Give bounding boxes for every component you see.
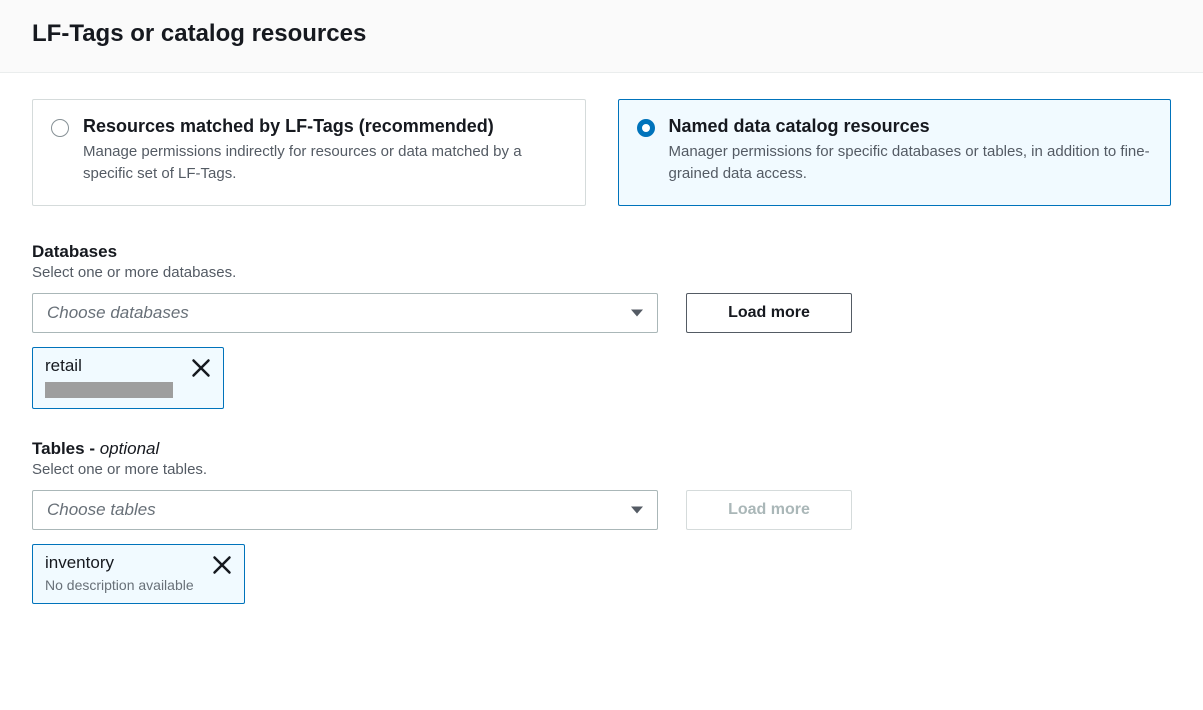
databases-help: Select one or more databases. xyxy=(32,264,1171,281)
option-named-resources[interactable]: Named data catalog resources Manager per… xyxy=(618,99,1172,206)
option-named-desc: Manager permissions for specific databas… xyxy=(669,141,1153,185)
database-token-redacted-subtitle xyxy=(45,382,173,398)
databases-label: Databases xyxy=(32,242,1171,262)
radio-unselected-icon xyxy=(51,119,69,137)
option-named-title: Named data catalog resources xyxy=(669,116,1153,137)
databases-load-more-button[interactable]: Load more xyxy=(686,293,852,333)
option-lftags-desc: Manage permissions indirectly for resour… xyxy=(83,141,567,185)
tables-label-optional: optional xyxy=(100,439,160,458)
panel-header: LF-Tags or catalog resources xyxy=(0,0,1203,73)
tables-label-main: Tables - xyxy=(32,439,100,458)
tables-selected-tokens: inventory No description available xyxy=(32,544,1171,604)
database-token: retail xyxy=(32,347,224,409)
tables-load-more-button[interactable]: Load more xyxy=(686,490,852,530)
table-token: inventory No description available xyxy=(32,544,245,604)
tables-label: Tables - optional xyxy=(32,439,1171,459)
tables-help: Select one or more tables. xyxy=(32,461,1171,478)
remove-database-token-button[interactable] xyxy=(191,358,211,378)
close-icon xyxy=(212,555,232,575)
tables-select[interactable]: Choose tables xyxy=(32,490,658,530)
databases-selected-tokens: retail xyxy=(32,347,1171,409)
databases-select[interactable]: Choose databases xyxy=(32,293,658,333)
databases-select-placeholder: Choose databases xyxy=(47,303,189,323)
databases-section: Databases Select one or more databases. … xyxy=(32,242,1171,409)
table-token-subtitle: No description available xyxy=(45,577,194,593)
close-icon xyxy=(191,358,211,378)
database-token-name: retail xyxy=(45,356,173,376)
option-lftags[interactable]: Resources matched by LF-Tags (recommende… xyxy=(32,99,586,206)
resource-mode-options: Resources matched by LF-Tags (recommende… xyxy=(32,99,1171,206)
radio-selected-icon xyxy=(637,119,655,137)
table-token-name: inventory xyxy=(45,553,194,573)
panel-title: LF-Tags or catalog resources xyxy=(32,20,1171,48)
caret-down-icon xyxy=(631,506,643,513)
option-lftags-title: Resources matched by LF-Tags (recommende… xyxy=(83,116,567,137)
tables-select-placeholder: Choose tables xyxy=(47,500,156,520)
tables-section: Tables - optional Select one or more tab… xyxy=(32,439,1171,604)
caret-down-icon xyxy=(631,309,643,316)
remove-table-token-button[interactable] xyxy=(212,555,232,575)
